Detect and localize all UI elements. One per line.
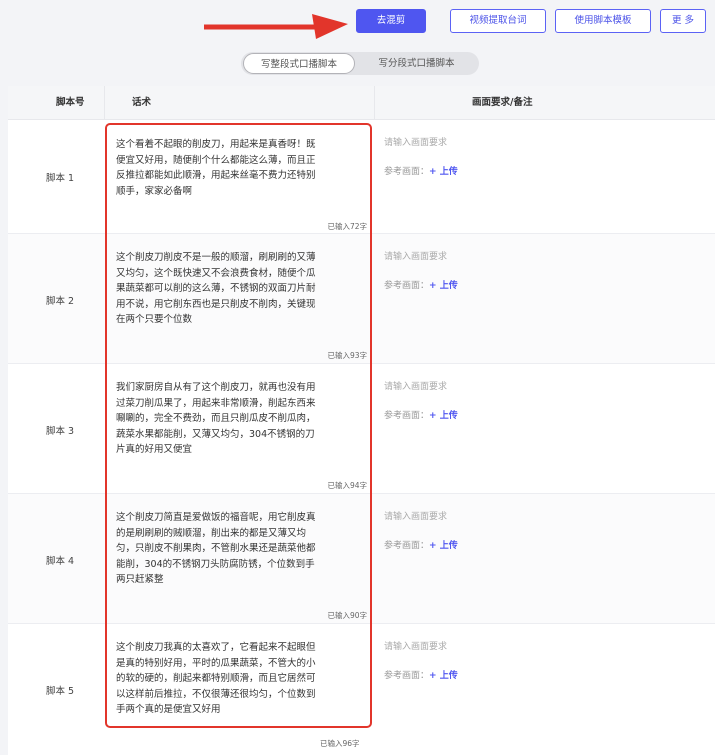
row-label: 脚本 3	[46, 426, 75, 437]
char-count: 已输入93字	[327, 351, 367, 360]
reference-visual: 参考画面：+ 上传	[384, 408, 458, 421]
reference-label: 参考画面：	[384, 411, 430, 421]
char-count: 已输入96字	[320, 739, 360, 748]
header-script-no: 脚本号	[56, 97, 85, 108]
char-count: 已输入72字	[327, 222, 367, 231]
reference-visual: 参考画面：+ 上传	[384, 668, 458, 681]
row-label: 脚本 2	[46, 296, 75, 307]
visual-requirement-input[interactable]: 请输入画面要求	[384, 135, 447, 148]
row-label: 脚本 1	[46, 173, 75, 184]
reference-label: 参考画面：	[384, 167, 430, 177]
upload-button[interactable]: + 上传	[429, 541, 458, 551]
top-toolbar: 去混剪 视频提取台词 使用脚本模板 更 多	[0, 0, 715, 46]
header-visual-notes: 画面要求/备注	[472, 97, 533, 108]
tab-full-script[interactable]: 写整段式口播脚本	[243, 53, 355, 74]
reference-visual: 参考画面：+ 上传	[384, 278, 458, 291]
use-template-button[interactable]: 使用脚本模板	[555, 9, 651, 33]
remix-button[interactable]: 去混剪	[356, 9, 426, 33]
script-textarea[interactable]: 我们家厨房自从有了这个削皮刀，就再也没有用 过菜刀削瓜果了，用起来非常顺滑，削起…	[116, 380, 366, 458]
row-label: 脚本 4	[46, 556, 75, 567]
script-textarea[interactable]: 这个看着不起眼的削皮刀，用起来是真香呀！既 便宜又好用，随便削个什么都能这么薄，…	[116, 137, 366, 199]
header-script-text: 话术	[132, 97, 152, 108]
reference-label: 参考画面：	[384, 671, 430, 681]
script-table: 脚本号 话术 画面要求/备注 脚本 1 这个看着不起眼的削皮刀，用起来是真香呀！…	[8, 86, 715, 755]
reference-label: 参考画面：	[384, 541, 430, 551]
table-row: 脚本 5 这个削皮刀我真的太喜欢了，它看起来不起眼但 是真的特别好用，平时的瓜果…	[8, 624, 715, 755]
upload-button[interactable]: + 上传	[429, 411, 458, 421]
reference-visual: 参考画面：+ 上传	[384, 164, 458, 177]
red-arrow-annotation	[204, 14, 348, 39]
upload-button[interactable]: + 上传	[429, 167, 458, 177]
table-row: 脚本 3 我们家厨房自从有了这个削皮刀，就再也没有用 过菜刀削瓜果了，用起来非常…	[8, 364, 715, 494]
char-count: 已输入94字	[327, 481, 367, 490]
tab-segmented-script[interactable]: 写分段式口播脚本	[359, 53, 474, 74]
visual-requirement-input[interactable]: 请输入画面要求	[384, 379, 447, 392]
script-mode-switch: 写整段式口播脚本 写分段式口播脚本	[241, 52, 479, 75]
char-count: 已输入90字	[327, 611, 367, 620]
upload-button[interactable]: + 上传	[429, 281, 458, 291]
table-header: 脚本号 话术 画面要求/备注	[8, 86, 715, 120]
table-row: 脚本 4 这个削皮刀简直是爱做饭的福音呢，用它削皮真 的是刷刷刷的贼顺溜，削出来…	[8, 494, 715, 624]
table-row: 脚本 2 这个削皮刀削皮不是一般的顺溜，刷刷刷的又薄 又均匀，这个既快速又不会浪…	[8, 234, 715, 364]
extract-lines-button[interactable]: 视频提取台词	[450, 9, 546, 33]
script-textarea[interactable]: 这个削皮刀我真的太喜欢了，它看起来不起眼但 是真的特别好用，平时的瓜果蔬菜，不管…	[116, 640, 366, 718]
more-button[interactable]: 更 多	[660, 9, 706, 33]
upload-button[interactable]: + 上传	[429, 671, 458, 681]
reference-visual: 参考画面：+ 上传	[384, 538, 458, 551]
visual-requirement-input[interactable]: 请输入画面要求	[384, 639, 447, 652]
visual-requirement-input[interactable]: 请输入画面要求	[384, 249, 447, 262]
visual-requirement-input[interactable]: 请输入画面要求	[384, 509, 447, 522]
row-label: 脚本 5	[46, 686, 75, 697]
reference-label: 参考画面：	[384, 281, 430, 291]
table-row: 脚本 1 这个看着不起眼的削皮刀，用起来是真香呀！既 便宜又好用，随便削个什么都…	[8, 120, 715, 234]
script-textarea[interactable]: 这个削皮刀简直是爱做饭的福音呢，用它削皮真 的是刷刷刷的贼顺溜，削出来的都是又薄…	[116, 510, 366, 588]
script-textarea[interactable]: 这个削皮刀削皮不是一般的顺溜，刷刷刷的又薄 又均匀，这个既快速又不会浪费食材，随…	[116, 250, 366, 328]
